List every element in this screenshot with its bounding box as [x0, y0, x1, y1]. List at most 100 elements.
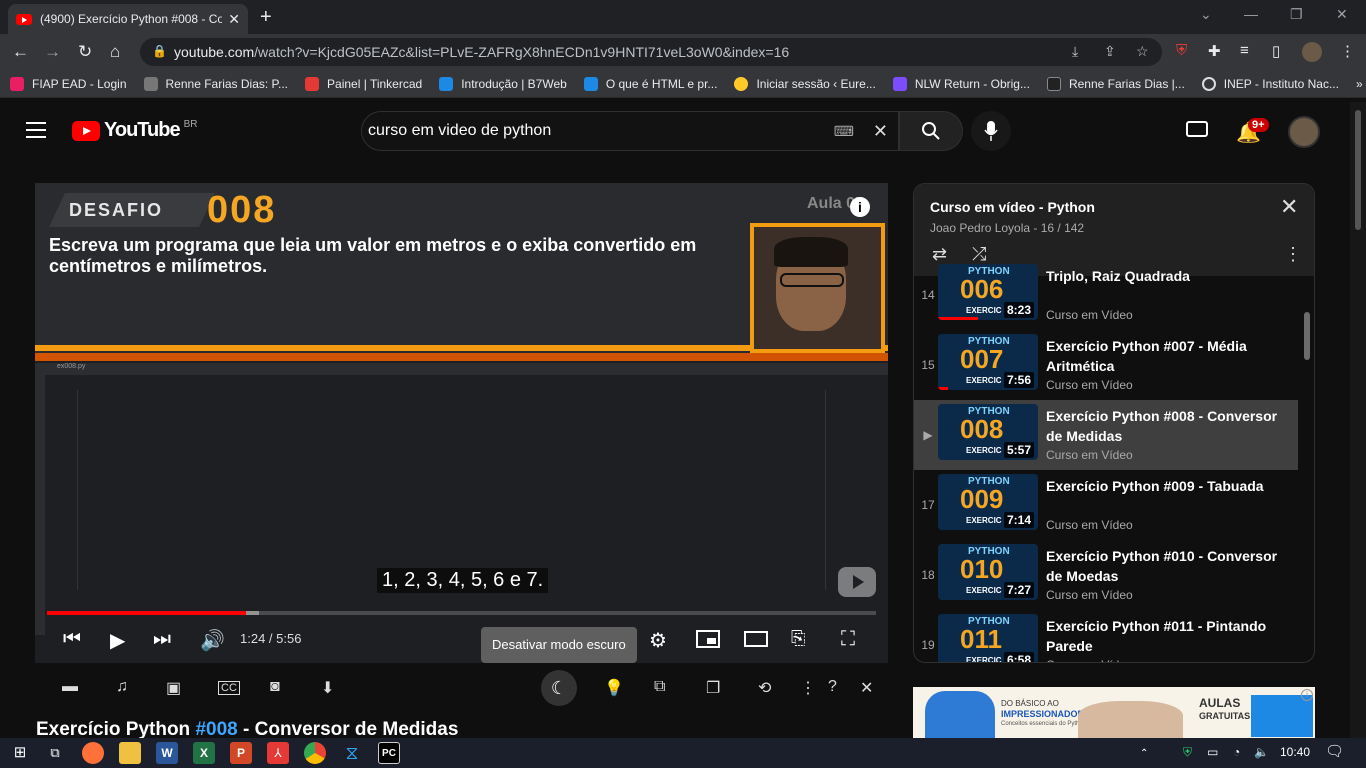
bookmark-b7web[interactable]: Introdução | B7Web [439, 76, 567, 91]
menu-hamburger-icon[interactable] [26, 122, 46, 138]
security-shield-icon[interactable]: ⛨ [1183, 745, 1192, 760]
create-video-icon[interactable] [1186, 121, 1208, 137]
home-icon[interactable]: ⌂ [110, 42, 120, 62]
miniplayer-icon[interactable] [696, 630, 720, 648]
bookmark-renne-1[interactable]: Renne Farias Dias: P... [143, 76, 288, 91]
playlist-title[interactable]: Curso em vídeo - Python [930, 199, 1095, 215]
dark-mode-moon-button[interactable]: ☾ [541, 670, 577, 706]
bookmark-renne-2[interactable]: Renne Farias Dias |... [1046, 76, 1185, 91]
account-avatar[interactable] [1288, 116, 1320, 148]
info-card-icon[interactable]: i [850, 197, 870, 217]
clear-search-icon[interactable]: ✕ [873, 121, 888, 142]
picture-in-picture-icon[interactable]: ⧉ [654, 678, 665, 696]
chrome-icon[interactable] [304, 742, 326, 764]
bookmark-eure[interactable]: Iniciar sessão ‹ Eure... [734, 76, 876, 91]
playlist-scrollbar[interactable] [1304, 312, 1310, 360]
extensions-puzzle-icon[interactable]: ✚ [1208, 42, 1221, 60]
powerpoint-icon[interactable]: P [230, 742, 252, 764]
media-control-icon[interactable]: ≡ [1240, 42, 1249, 59]
volume-icon[interactable]: 🔊 [200, 628, 225, 653]
playlist-item[interactable]: 19 PYTHON 011 EXERCIC 6:58 Exercício Python #… [914, 610, 1298, 662]
playlist-item[interactable]: 14 PYTHON 006 EXERCIC 8:23 Triplo, Raiz Quadr… [914, 260, 1298, 330]
video-camera-icon[interactable]: ▬ [62, 678, 78, 696]
windows-icon[interactable]: ❐ [706, 678, 720, 698]
acrobat-icon[interactable]: ⅄ [267, 742, 289, 764]
task-view-icon[interactable]: ⧉ [44, 742, 66, 764]
close-window-button[interactable]: ✕ [1336, 6, 1348, 23]
loop-icon[interactable]: ⟲ [758, 678, 771, 698]
next-icon[interactable]: ⏭ [153, 628, 171, 651]
search-input[interactable]: curso em video de python ⌨ ✕ [361, 111, 899, 151]
image-icon[interactable]: ▣ [166, 678, 181, 698]
browser-tab-active[interactable]: (4900) Exercício Python #008 - Co ✕ [8, 4, 248, 34]
address-bar[interactable]: 🔒 youtube.com/watch?v=KjcdG05EAZc&list=P… [140, 38, 1162, 66]
playlist-item[interactable]: ▶ PYTHON 008 EXERCIC 5:57 Exercício Python #0… [914, 400, 1298, 470]
ad-banner[interactable]: DO BÁSICO AO IMPRESSIONADOR Conceitos es… [913, 687, 1315, 738]
theater-mode-icon[interactable] [744, 631, 768, 647]
fullscreen-icon[interactable]: ⛶ [841, 628, 855, 651]
bookmark-star-icon[interactable]: ☆ [1136, 43, 1149, 60]
closed-captions-icon[interactable]: CC [218, 681, 240, 695]
playlist-item-thumbnail: PYTHON 011 EXERCIC 6:58 [938, 614, 1038, 662]
search-button[interactable] [899, 111, 963, 151]
play-icon[interactable]: ▶ [110, 628, 125, 653]
page-scrollbar[interactable] [1350, 102, 1366, 738]
excel-icon[interactable]: X [193, 742, 215, 764]
forward-icon[interactable]: → [44, 42, 61, 62]
minimize-button[interactable]: — [1244, 6, 1258, 22]
vscode-icon[interactable]: ⧖ [341, 742, 363, 764]
tab-close-icon[interactable]: ✕ [228, 11, 240, 28]
share-icon[interactable]: ⇪ [1104, 43, 1116, 60]
download-icon[interactable]: ⬇ [321, 678, 334, 698]
youtube-watermark-icon[interactable] [838, 567, 876, 597]
install-icon[interactable]: ⤓ [1072, 43, 1078, 60]
camera-icon[interactable]: ◙ [270, 678, 280, 696]
voice-search-button[interactable] [971, 111, 1011, 151]
browser-menu-icon[interactable]: ⋮ [1340, 42, 1355, 60]
tray-expand-icon[interactable]: ⌃ [1140, 748, 1148, 759]
b7web-favicon-icon [439, 76, 454, 91]
shield-extension-icon[interactable]: ⛨ [1176, 42, 1187, 59]
notification-center-icon[interactable]: 🗨 [1325, 742, 1344, 760]
playlist-item-channel: Curso em Vídeo [1046, 588, 1133, 602]
speaker-icon[interactable]: 🔈 [1254, 745, 1269, 759]
close-toolbar-icon[interactable]: ✕ [860, 678, 873, 698]
ad-info-icon[interactable]: i [1301, 689, 1313, 701]
pycharm-icon[interactable]: PC [378, 742, 400, 764]
reload-icon[interactable]: ↻ [78, 42, 92, 62]
more-options-icon[interactable]: ⋮ [800, 678, 816, 698]
playlist-item[interactable]: 15 PYTHON 007 EXERCIC 7:56 Exercício Python #… [914, 330, 1298, 400]
help-icon[interactable]: ? [828, 678, 837, 696]
bookmark-inep[interactable]: INEP - Instituto Nac... [1201, 76, 1339, 91]
bookmark-tinkercad[interactable]: Painel | Tinkercad [305, 76, 422, 91]
cast-icon[interactable]: ⎘ [791, 628, 805, 649]
playlist-close-icon[interactable]: ✕ [1280, 194, 1298, 220]
playlist-item[interactable]: 18 PYTHON 010 EXERCIC 7:27 Exercício Python #… [914, 540, 1298, 610]
windows-start-icon[interactable]: ⊞ [9, 742, 31, 764]
firefox-icon[interactable] [82, 742, 104, 764]
wifi-icon[interactable]: ◔ [1233, 745, 1240, 759]
back-icon[interactable]: ← [12, 42, 29, 62]
previous-icon[interactable]: ⏮ [63, 628, 81, 651]
side-panel-icon[interactable]: ▯ [1272, 42, 1280, 60]
new-tab-button[interactable]: + [260, 6, 272, 29]
bookmark-html[interactable]: O que é HTML e pr... [583, 76, 717, 91]
bookmark-nlw[interactable]: NLW Return - Obrig... [892, 76, 1030, 91]
progress-bar[interactable] [47, 611, 876, 615]
hashtag-link[interactable]: #008 [195, 719, 237, 740]
lightbulb-icon[interactable]: 💡 [604, 678, 624, 698]
playlist-item[interactable]: 17 PYTHON 009 EXERCIC 7:14 Exercício Python #… [914, 470, 1298, 540]
taskbar-clock[interactable]: 10:40 [1280, 745, 1310, 759]
keyboard-icon[interactable]: ⌨ [834, 123, 854, 140]
file-explorer-icon[interactable] [119, 742, 141, 764]
bookmarks-overflow[interactable]: » [1356, 77, 1363, 91]
tab-search-icon[interactable]: ⌄ [1200, 6, 1212, 23]
word-icon[interactable]: W [156, 742, 178, 764]
youtube-logo[interactable]: YouTube BR [72, 119, 197, 142]
battery-icon[interactable]: ▭ [1207, 745, 1218, 759]
restore-button[interactable]: ❐ [1290, 6, 1303, 23]
music-icon[interactable]: ♫ [116, 678, 128, 696]
profile-avatar[interactable] [1302, 42, 1322, 62]
bookmark-fiap[interactable]: FIAP EAD - Login [10, 76, 127, 91]
settings-gear-icon[interactable]: ⚙ [649, 628, 667, 653]
